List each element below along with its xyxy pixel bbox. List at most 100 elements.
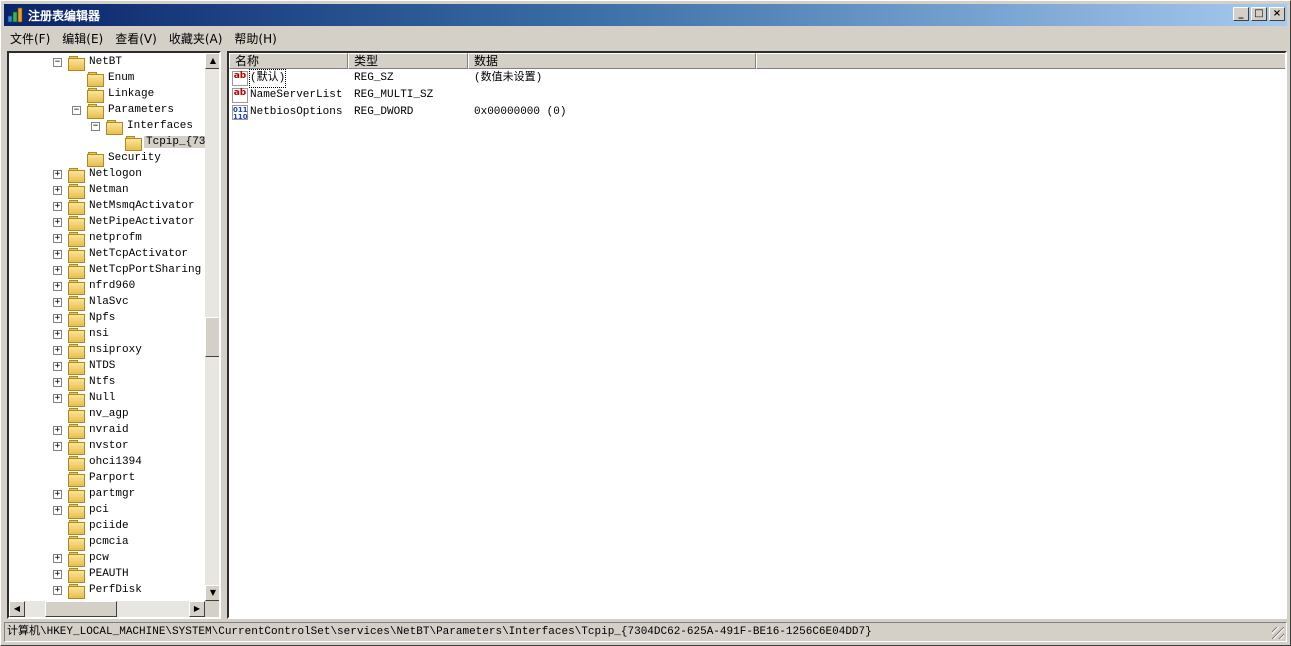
tree-node-label: NetPipeActivator — [89, 216, 195, 228]
tree-node[interactable]: − Parameters — [9, 103, 205, 119]
resize-grip-icon[interactable] — [1272, 627, 1284, 639]
tree-node[interactable]: + nvraid — [9, 423, 205, 439]
tree-node-label: Parameters — [108, 104, 175, 116]
scroll-down-arrow-icon[interactable]: ▼ — [205, 585, 219, 601]
expand-plus-icon[interactable]: + — [53, 218, 62, 227]
folder-icon — [68, 488, 85, 503]
tree-node[interactable]: − Interfaces — [9, 119, 205, 135]
tree-node-label: Npfs — [89, 312, 116, 324]
tree-node[interactable]: + NTDS — [9, 359, 205, 375]
tree-node[interactable]: pcmcia — [9, 535, 205, 551]
tree-node[interactable]: nv_agp — [9, 407, 205, 423]
tree-node[interactable]: + NetTcpActivator — [9, 247, 205, 263]
minimize-button[interactable]: _ — [1233, 7, 1249, 21]
collapse-minus-icon[interactable]: − — [72, 106, 81, 115]
folder-icon — [87, 88, 104, 103]
expand-plus-icon[interactable]: + — [53, 266, 62, 275]
expand-plus-icon[interactable]: + — [53, 378, 62, 387]
menu-view[interactable]: 查看(V) — [109, 30, 163, 47]
tree-node[interactable]: + nsi — [9, 327, 205, 343]
menu-help[interactable]: 帮助(H) — [228, 30, 282, 47]
expand-plus-icon[interactable]: + — [53, 314, 62, 323]
window-title: 注册表编辑器 — [28, 8, 101, 23]
tree-node[interactable]: + pcw — [9, 551, 205, 567]
expand-plus-icon[interactable]: + — [53, 394, 62, 403]
expand-plus-icon[interactable]: + — [53, 202, 62, 211]
tree-node-label: nvraid — [89, 424, 129, 436]
collapse-minus-icon[interactable]: − — [91, 122, 100, 131]
expand-plus-icon[interactable]: + — [53, 346, 62, 355]
scroll-up-arrow-icon[interactable]: ▲ — [205, 53, 219, 69]
folder-icon — [68, 360, 85, 375]
title-bar[interactable]: 注册表编辑器 _ □ × — [4, 4, 1287, 26]
menu-file[interactable]: 文件(F) — [4, 30, 56, 47]
tree-node[interactable]: + Netman — [9, 183, 205, 199]
value-row[interactable]: ab (默认) REG_SZ (数值未设置) — [229, 69, 1229, 88]
expand-plus-icon[interactable]: + — [53, 186, 62, 195]
scroll-right-arrow-icon[interactable]: ▶ — [189, 601, 205, 617]
tree-node[interactable]: − NetBT — [9, 55, 205, 71]
folder-icon — [87, 152, 104, 167]
expand-plus-icon[interactable]: + — [53, 490, 62, 499]
tree-node[interactable]: + PerfDisk — [9, 583, 205, 599]
expand-plus-icon[interactable]: + — [53, 586, 62, 595]
expand-plus-icon[interactable]: + — [53, 570, 62, 579]
expand-plus-icon[interactable]: + — [53, 506, 62, 515]
tree-node-label: NetTcpPortSharing — [89, 264, 202, 276]
folder-icon — [68, 56, 85, 71]
value-name: NameServerList — [250, 89, 343, 101]
tree-node[interactable]: + Null — [9, 391, 205, 407]
menu-edit[interactable]: 编辑(E) — [56, 30, 109, 47]
tree-horizontal-scrollbar[interactable]: ◀ ▶ — [9, 601, 205, 617]
column-header-type[interactable]: 类型 — [348, 53, 468, 69]
tree-node[interactable]: ohci1394 — [9, 455, 205, 471]
expand-plus-icon[interactable]: + — [53, 250, 62, 259]
expand-plus-icon[interactable]: + — [53, 426, 62, 435]
key-tree-pane: − NetBT Enum Linkage − Parameters − Interfaces T… — [7, 51, 221, 619]
folder-icon — [125, 136, 142, 151]
tree-node[interactable]: + netprofm — [9, 231, 205, 247]
value-row[interactable]: ab NameServerList REG_MULTI_SZ — [229, 87, 1229, 104]
close-button[interactable]: × — [1269, 7, 1285, 21]
tree-node[interactable]: + nvstor — [9, 439, 205, 455]
string-value-icon: ab — [232, 71, 248, 86]
tree-node[interactable]: Security — [9, 151, 205, 167]
tree-node[interactable]: + PEAUTH — [9, 567, 205, 583]
expand-plus-icon[interactable]: + — [53, 362, 62, 371]
tree-node[interactable]: Tcpip_{7304 — [9, 135, 205, 151]
folder-icon — [68, 248, 85, 263]
scroll-left-arrow-icon[interactable]: ◀ — [9, 601, 25, 617]
expand-plus-icon[interactable]: + — [53, 330, 62, 339]
column-header-name[interactable]: 名称 — [229, 53, 348, 69]
collapse-minus-icon[interactable]: − — [53, 58, 62, 67]
tree-node[interactable]: + NlaSvc — [9, 295, 205, 311]
column-header-data[interactable]: 数据 — [468, 53, 756, 69]
tree-node[interactable]: + nfrd960 — [9, 279, 205, 295]
tree-node[interactable]: + partmgr — [9, 487, 205, 503]
tree-node[interactable]: + Ntfs — [9, 375, 205, 391]
expand-plus-icon[interactable]: + — [53, 554, 62, 563]
tree-node[interactable]: + NetTcpPortSharing — [9, 263, 205, 279]
tree-vertical-scrollbar[interactable]: ▲ ▼ — [205, 53, 219, 601]
expand-plus-icon[interactable]: + — [53, 442, 62, 451]
expand-plus-icon[interactable]: + — [53, 170, 62, 179]
folder-icon — [68, 232, 85, 247]
tree-node[interactable]: + Npfs — [9, 311, 205, 327]
expand-plus-icon[interactable]: + — [53, 234, 62, 243]
tree-node[interactable]: + nsiproxy — [9, 343, 205, 359]
tree-vscroll-thumb[interactable] — [205, 317, 219, 357]
menu-favorites[interactable]: 收藏夹(A) — [163, 30, 229, 47]
value-row[interactable]: 011 110 NetbiosOptions REG_DWORD 0x00000000… — [229, 104, 1229, 121]
tree-node[interactable]: Enum — [9, 71, 205, 87]
tree-node[interactable]: + NetPipeActivator — [9, 215, 205, 231]
tree-node[interactable]: pciide — [9, 519, 205, 535]
tree-node[interactable]: Parport — [9, 471, 205, 487]
tree-node[interactable]: Linkage — [9, 87, 205, 103]
expand-plus-icon[interactable]: + — [53, 298, 62, 307]
tree-node[interactable]: + pci — [9, 503, 205, 519]
tree-hscroll-thumb[interactable] — [45, 601, 117, 617]
tree-node[interactable]: + Netlogon — [9, 167, 205, 183]
restore-button[interactable]: □ — [1251, 7, 1267, 21]
expand-plus-icon[interactable]: + — [53, 282, 62, 291]
tree-node[interactable]: + NetMsmqActivator — [9, 199, 205, 215]
